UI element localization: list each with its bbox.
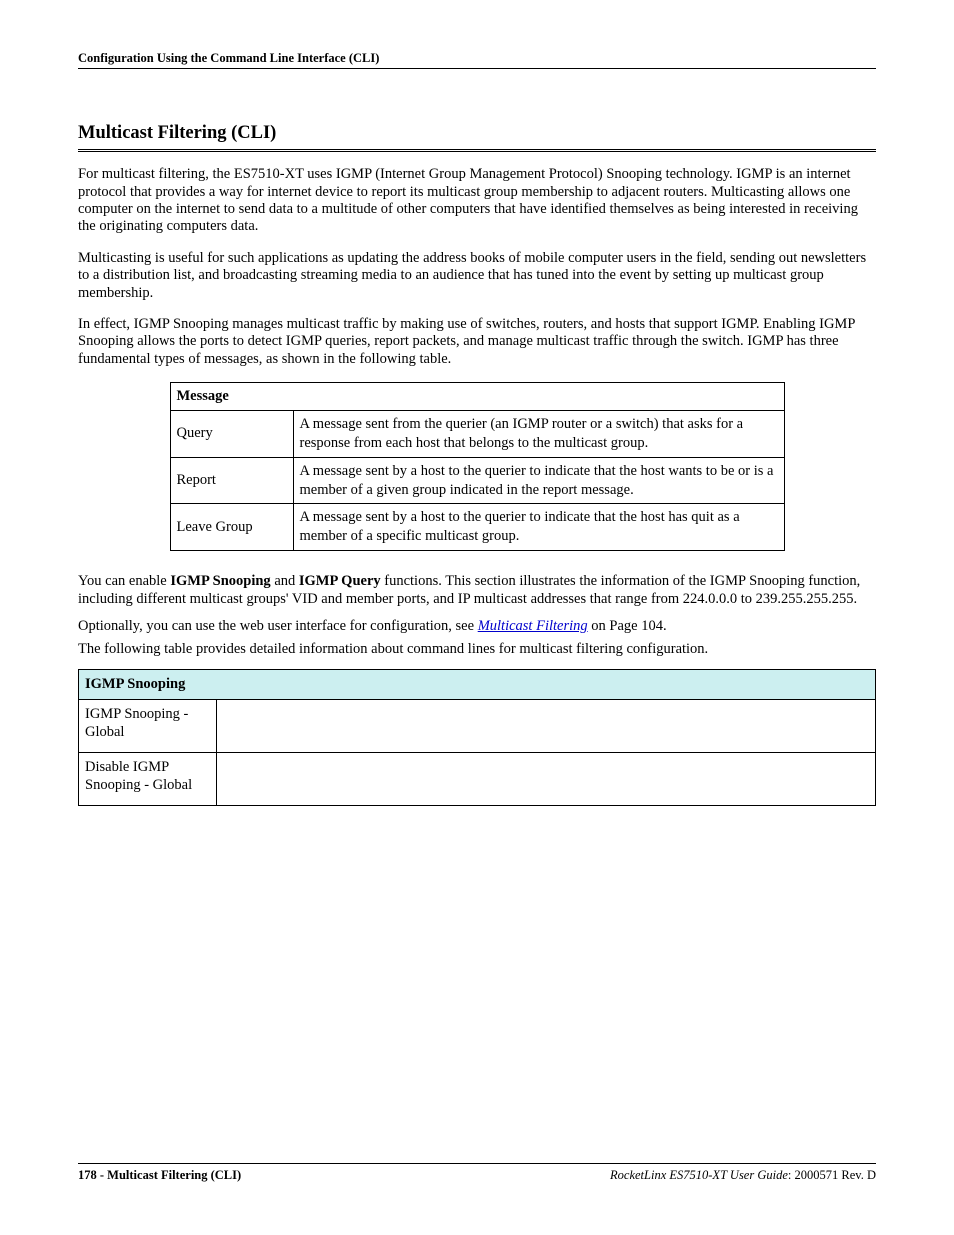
running-header: Configuration Using the Command Line Int… (78, 50, 876, 69)
text-span: You can enable (78, 573, 170, 589)
document-page: Configuration Using the Command Line Int… (0, 0, 954, 1235)
message-types-table: Message Query A message sent from the qu… (170, 382, 785, 551)
table-row: Query A message sent from the querier (a… (170, 411, 784, 458)
footer-sep: : (788, 1168, 795, 1182)
message-name-cell: Leave Group (170, 504, 293, 551)
bold-igmp-query: IGMP Query (299, 573, 381, 589)
paragraph-intro-1: For multicast filtering, the ES7510-XT u… (78, 166, 876, 236)
message-header-cell: Message (170, 383, 784, 411)
bold-igmp-snooping: IGMP Snooping (170, 573, 270, 589)
page-footer: 178 - Multicast Filtering (CLI) RocketLi… (78, 1163, 876, 1183)
message-name-cell: Report (170, 457, 293, 504)
footer-right: RocketLinx ES7510-XT User Guide: 2000571… (610, 1167, 876, 1183)
table-header-row: IGMP Snooping (79, 669, 876, 699)
footer-page-number: 178 (78, 1168, 97, 1182)
paragraph-enable-functions: You can enable IGMP Snooping and IGMP Qu… (78, 573, 876, 608)
table-row: Leave Group A message sent by a host to … (170, 504, 784, 551)
message-desc-cell: A message sent by a host to the querier … (293, 504, 784, 551)
table-header-row: Message (170, 383, 784, 411)
igmp-row-name: IGMP Snooping - Global (79, 699, 217, 752)
paragraph-optional-web: Optionally, you can use the web user int… (78, 618, 876, 635)
section-title: Multicast Filtering (CLI) (78, 121, 876, 152)
paragraph-table-intro: The following table provides detailed in… (78, 641, 876, 658)
table-row: Disable IGMP Snooping - Global (79, 752, 876, 805)
text-span: and (271, 573, 299, 589)
table-row: Report A message sent by a host to the q… (170, 457, 784, 504)
text-span: Optionally, you can use the web user int… (78, 618, 478, 634)
text-span: on Page 104. (588, 618, 667, 634)
multicast-filtering-link[interactable]: Multicast Filtering (478, 618, 588, 634)
message-desc-cell: A message sent from the querier (an IGMP… (293, 411, 784, 458)
igmp-row-value (217, 752, 876, 805)
igmp-row-name: Disable IGMP Snooping - Global (79, 752, 217, 805)
footer-left: 178 - Multicast Filtering (CLI) (78, 1167, 241, 1183)
paragraph-intro-2: Multicasting is useful for such applicat… (78, 250, 876, 302)
igmp-header-cell: IGMP Snooping (79, 669, 876, 699)
message-desc-cell: A message sent by a host to the querier … (293, 457, 784, 504)
table-row: IGMP Snooping - Global (79, 699, 876, 752)
igmp-snooping-table: IGMP Snooping IGMP Snooping - Global Dis… (78, 669, 876, 806)
footer-sep: - (97, 1168, 107, 1182)
message-name-cell: Query (170, 411, 293, 458)
footer-doc-title: RocketLinx ES7510-XT User Guide (610, 1168, 788, 1182)
igmp-row-value (217, 699, 876, 752)
footer-revision: 2000571 Rev. D (795, 1168, 876, 1182)
paragraph-intro-3: In effect, IGMP Snooping manages multica… (78, 316, 876, 368)
footer-section-title: Multicast Filtering (CLI) (107, 1168, 241, 1182)
